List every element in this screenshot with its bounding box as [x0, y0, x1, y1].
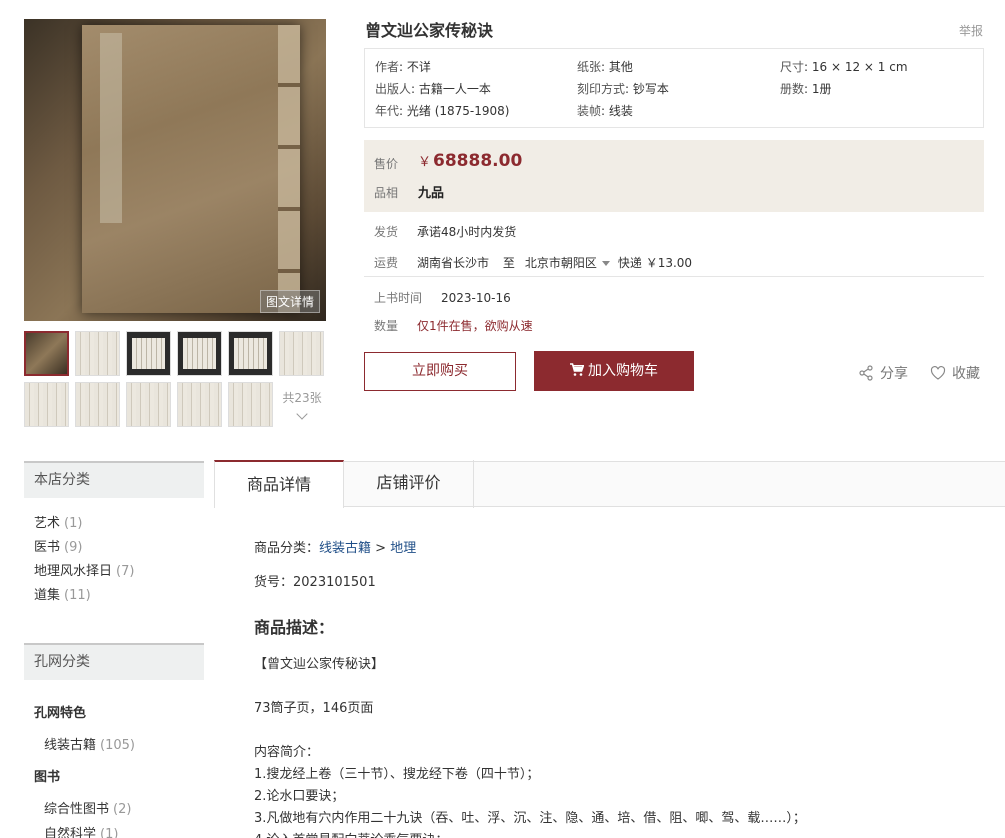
thumbnail[interactable] — [177, 331, 222, 376]
description-line: 73筒子页，146页面 — [254, 701, 374, 716]
title-label-strip — [100, 33, 122, 223]
cart-icon — [570, 363, 585, 376]
buy-now-button[interactable]: 立即购买 — [364, 352, 516, 391]
thumbnail[interactable] — [279, 331, 324, 376]
thumbnail[interactable] — [75, 382, 120, 427]
grade-value: 九品 — [418, 186, 445, 201]
thumbnail[interactable] — [24, 331, 69, 376]
store-category-item[interactable]: 地理风水择日 (7) — [34, 560, 134, 579]
ship-to-selector[interactable]: 北京市朝阳区 — [525, 256, 597, 270]
quantity-row: 数量 仅1件在售，欲购从速 — [374, 319, 533, 333]
thumbnail[interactable] — [75, 331, 120, 376]
description-line: 4.论入首常見配向蒂论乘气要诀； — [254, 829, 448, 838]
detail-watermark: 图文详情 — [259, 290, 320, 313]
report-link[interactable]: 举报 — [959, 22, 983, 39]
book-spine-stitching — [278, 25, 300, 313]
meta-print: 刻印方式: 钞写本 — [577, 82, 669, 96]
category-group-title: 图书 — [34, 770, 61, 785]
shipping-row: 发货 承诺48小时内发货 — [374, 225, 517, 239]
description-line: 【曾文辿公家传秘诀】 — [254, 657, 385, 672]
thumbnail[interactable] — [126, 331, 171, 376]
category-link[interactable]: 线装古籍 — [319, 541, 371, 556]
thumbnail[interactable] — [126, 382, 171, 427]
meta-author: 作者: 不详 — [375, 60, 431, 74]
store-category-item[interactable]: 道集 (11) — [34, 584, 91, 603]
category-link[interactable]: 地理 — [390, 541, 416, 556]
book-cover-illustration — [82, 25, 300, 313]
product-title: 曾文辿公家传秘诀 — [365, 21, 494, 40]
description-heading: 商品描述： — [254, 618, 335, 637]
description-line: 1.搜龙经上卷（三十节）、搜龙经下卷（四十节）； — [254, 767, 540, 782]
store-category-item[interactable]: 医书 (9) — [34, 536, 82, 555]
add-to-cart-button[interactable]: 加入购物车 — [534, 351, 694, 391]
sku-line: 货号：2023101501 — [254, 575, 376, 590]
chevron-down-icon — [296, 408, 308, 420]
store-category-item[interactable]: 艺术 (1) — [34, 512, 82, 531]
category-item[interactable]: 线装古籍 (105) — [44, 734, 135, 753]
thumbnail-row-1 — [24, 331, 329, 376]
description-line: 3.凡做地有穴内作用二十九诀（吞、吐、浮、沉、注、隐、通、培、借、阻、唧、驾、载… — [254, 811, 806, 826]
express-fee: 快递 ￥13.00 — [617, 256, 693, 270]
meta-paper: 纸张: 其他 — [577, 60, 633, 74]
favorite-button[interactable]: 收藏 — [930, 363, 980, 383]
thumbnail[interactable] — [228, 382, 273, 427]
product-category-line: 商品分类：线装古籍 > 地理 — [254, 541, 417, 556]
heart-icon — [930, 365, 946, 380]
store-category-header: 本店分类 — [24, 461, 204, 498]
detail-tab-bar: 商品详情 店铺评价 — [214, 460, 1005, 508]
meta-volumes: 册数: 1册 — [780, 82, 832, 96]
description-line: 2.论水口要诀； — [254, 789, 345, 804]
thumbnail[interactable] — [228, 331, 273, 376]
thumbnail[interactable] — [24, 382, 69, 427]
meta-era: 年代: 光绪 (1875-1908) — [375, 104, 510, 118]
thumbnail[interactable] — [177, 382, 222, 427]
dropdown-arrow-icon[interactable] — [601, 261, 610, 266]
freight-row: 运费 湖南省长沙市 至北京市朝阳区 快递 ￥13.00 — [374, 256, 693, 270]
grade-label: 品相 — [374, 186, 399, 200]
tab-product-detail[interactable]: 商品详情 — [214, 460, 344, 508]
price-label: 售价 — [374, 157, 399, 171]
main-product-image[interactable]: 图文详情 — [24, 19, 326, 321]
category-item[interactable]: 综合性图书 (2) — [44, 798, 131, 817]
kongfz-category-header: 孔网分类 — [24, 643, 204, 680]
share-icon — [859, 365, 873, 381]
more-images-label: 共23张 — [282, 391, 322, 405]
listed-row: 上书时间 2023-10-16 — [374, 291, 511, 305]
meta-size: 尺寸: 16 × 12 × 1 cm — [780, 60, 908, 74]
ship-from: 湖南省长沙市 — [417, 256, 490, 270]
meta-publisher: 出版人: 古籍一人一本 — [375, 82, 491, 96]
category-group-title: 孔网特色 — [34, 706, 87, 721]
more-images-toggle[interactable]: 共23张 — [278, 389, 326, 420]
product-meta-box: 作者: 不详 纸张: 其他 尺寸: 16 × 12 × 1 cm 出版人: 古籍… — [364, 48, 984, 128]
price-box: 售价 ￥ 68888.00 品相 九品 — [364, 140, 984, 212]
share-button[interactable]: 分享 — [858, 363, 908, 383]
price-value: ￥ 68888.00 — [418, 151, 523, 171]
description-line: 内容简介： — [254, 745, 320, 760]
meta-binding: 装帧: 线装 — [577, 104, 633, 118]
category-item[interactable]: 自然科学 (1) — [44, 823, 118, 838]
tab-store-reviews[interactable]: 店铺评价 — [344, 460, 474, 508]
divider — [364, 276, 984, 277]
